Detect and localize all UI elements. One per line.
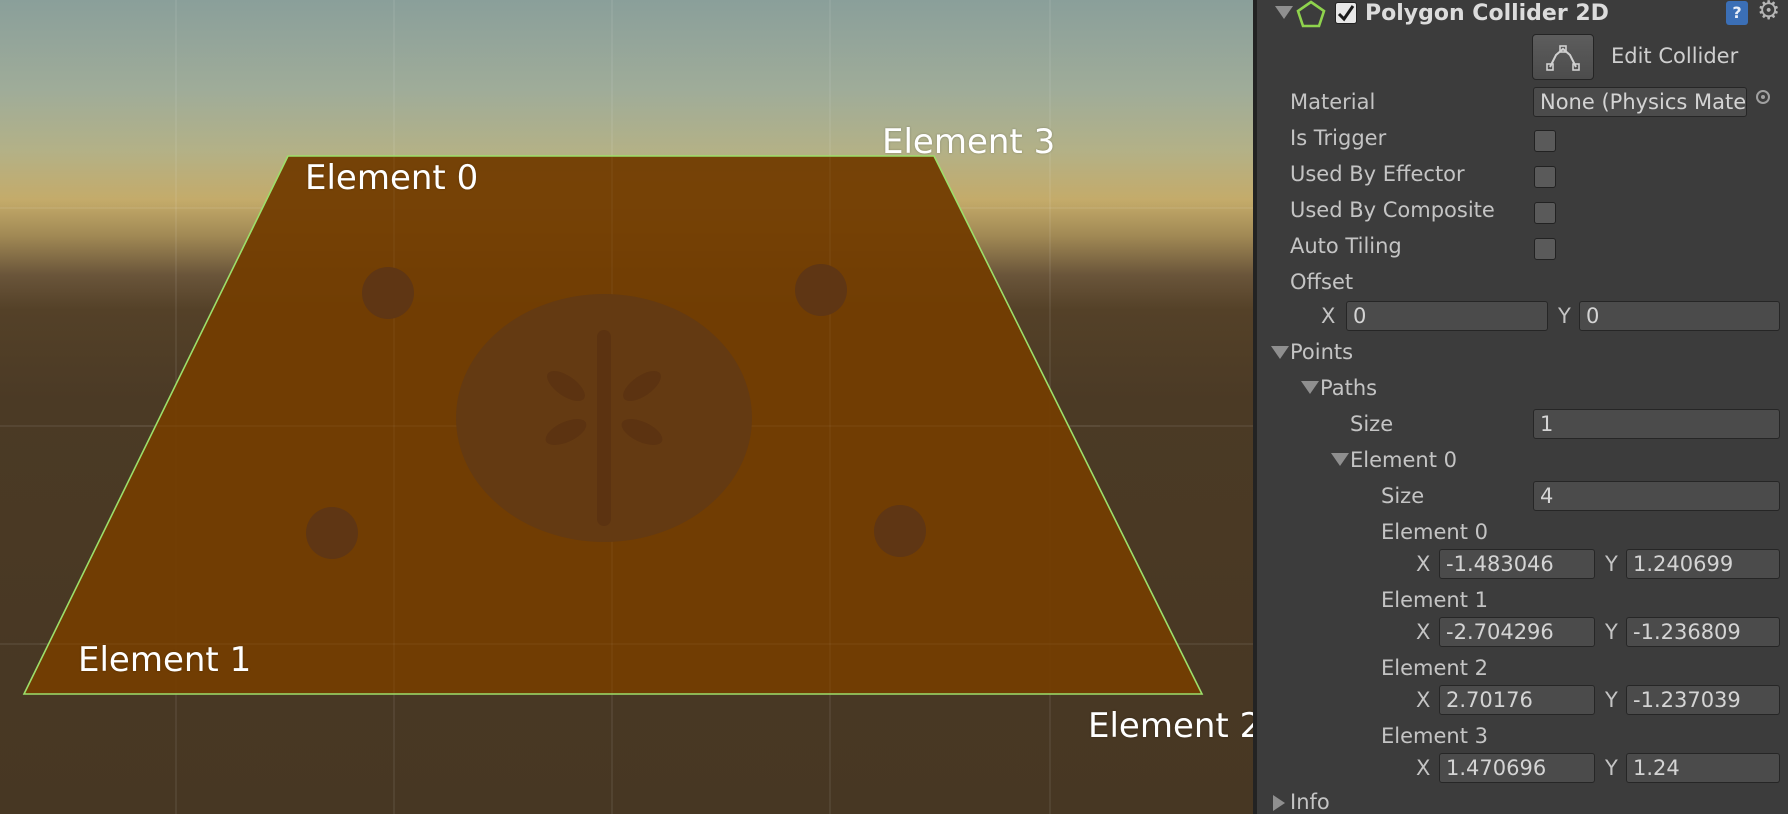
offset-label: Offset xyxy=(1290,270,1354,294)
material-label: Material xyxy=(1290,90,1376,114)
offset-x-field[interactable]: 0 xyxy=(1346,301,1548,331)
material-field[interactable]: None (Physics Mate xyxy=(1533,87,1747,117)
auto-tiling-checkbox[interactable] xyxy=(1534,238,1556,260)
info-foldout-icon[interactable] xyxy=(1273,795,1285,811)
points-label[interactable]: Points xyxy=(1290,340,1353,364)
vertex-label-element-0: Element 0 xyxy=(305,158,479,198)
edit-collider-button[interactable] xyxy=(1532,34,1594,80)
point-2-y-field[interactable]: -1.237039 xyxy=(1626,685,1780,715)
collapse-triangle-icon[interactable] xyxy=(1275,6,1293,19)
component-enabled-checkbox[interactable] xyxy=(1335,2,1357,24)
help-icon[interactable]: ? xyxy=(1726,1,1748,25)
point-element-2-label: Element 2 xyxy=(1381,656,1488,680)
point-0-y-field[interactable]: 1.240699 xyxy=(1626,549,1780,579)
is-trigger-checkbox[interactable] xyxy=(1534,130,1556,152)
used-by-effector-label: Used By Effector xyxy=(1290,162,1465,186)
gear-icon[interactable]: ⚙ xyxy=(1757,0,1780,26)
vertex-label-element-1: Element 1 xyxy=(78,640,252,680)
vertex-label-element-2: Element 2 xyxy=(1088,706,1253,746)
scene-view[interactable]: Element 0 Element 1 Element 2 Element 3 xyxy=(0,0,1253,814)
point-1-x-field[interactable]: -2.704296 xyxy=(1439,617,1595,647)
point-1-y-field[interactable]: -1.236809 xyxy=(1626,617,1780,647)
vertex-label-element-3: Element 3 xyxy=(882,122,1056,162)
point-1-x-label[interactable]: X xyxy=(1416,620,1430,644)
edit-collider-label[interactable]: Edit Collider xyxy=(1611,44,1738,68)
path-element-label[interactable]: Element 0 xyxy=(1350,448,1457,472)
paths-size-label: Size xyxy=(1350,412,1394,436)
point-0-x-label[interactable]: X xyxy=(1416,552,1430,576)
auto-tiling-label: Auto Tiling xyxy=(1290,234,1402,258)
used-by-effector-checkbox[interactable] xyxy=(1534,166,1556,188)
point-3-y-label[interactable]: Y xyxy=(1605,756,1618,780)
paths-foldout-icon[interactable] xyxy=(1301,381,1319,394)
offset-x-label[interactable]: X xyxy=(1321,304,1335,328)
checkmark-icon xyxy=(1337,5,1355,22)
element-0-foldout-icon[interactable] xyxy=(1331,453,1349,466)
used-by-composite-label: Used By Composite xyxy=(1290,198,1495,222)
element-size-field[interactable]: 4 xyxy=(1533,481,1780,511)
point-element-0-label: Element 0 xyxy=(1381,520,1488,544)
point-element-3-label: Element 3 xyxy=(1381,724,1488,748)
point-2-x-label[interactable]: X xyxy=(1416,688,1430,712)
component-title: Polygon Collider 2D xyxy=(1365,1,1609,26)
edit-polygon-icon xyxy=(1546,45,1580,71)
paths-label[interactable]: Paths xyxy=(1320,376,1377,400)
element-size-label: Size xyxy=(1381,484,1425,508)
point-2-y-label[interactable]: Y xyxy=(1605,688,1618,712)
offset-y-label[interactable]: Y xyxy=(1558,304,1571,328)
pentagon-collider-icon xyxy=(1296,0,1326,28)
used-by-composite-checkbox[interactable] xyxy=(1534,202,1556,224)
info-label[interactable]: Info xyxy=(1290,790,1330,814)
is-trigger-label: Is Trigger xyxy=(1290,126,1387,150)
paths-size-field[interactable]: 1 xyxy=(1533,409,1780,439)
point-0-y-label[interactable]: Y xyxy=(1605,552,1618,576)
point-3-y-field[interactable]: 1.24 xyxy=(1626,753,1780,783)
point-1-y-label[interactable]: Y xyxy=(1605,620,1618,644)
point-element-1-label: Element 1 xyxy=(1381,588,1488,612)
points-foldout-icon[interactable] xyxy=(1271,346,1289,359)
scene-canvas[interactable] xyxy=(0,0,1253,814)
offset-y-field[interactable]: 0 xyxy=(1579,301,1780,331)
object-picker-icon[interactable] xyxy=(1756,90,1770,104)
point-0-x-field[interactable]: -1.483046 xyxy=(1439,549,1595,579)
point-3-x-field[interactable]: 1.470696 xyxy=(1439,753,1595,783)
point-2-x-field[interactable]: 2.70176 xyxy=(1439,685,1595,715)
point-3-x-label[interactable]: X xyxy=(1416,756,1430,780)
inspector-panel: Polygon Collider 2D ? ⚙ Edit Collider Ma… xyxy=(1253,0,1788,814)
